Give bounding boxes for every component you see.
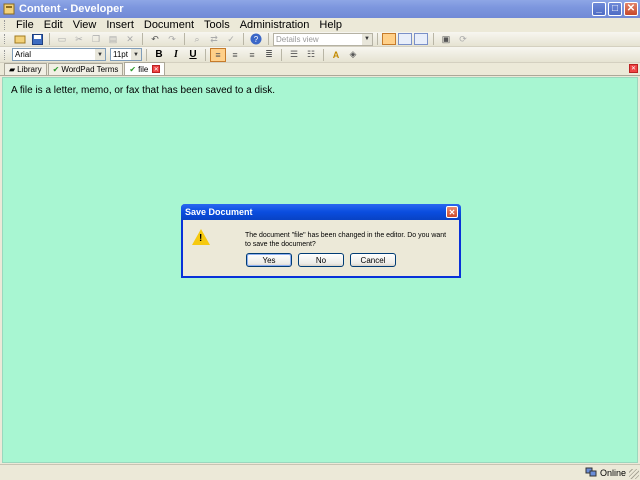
highlight-icon[interactable]: ◈ xyxy=(345,48,361,62)
toolbar-separator xyxy=(142,33,143,45)
underline-button[interactable]: U xyxy=(185,48,201,62)
copy-icon[interactable]: ❐ xyxy=(88,32,104,46)
no-button[interactable]: No xyxy=(298,253,344,267)
checked-document-icon: ✔ xyxy=(129,64,137,74)
chevron-down-icon[interactable]: ▼ xyxy=(131,49,141,60)
align-center-icon[interactable]: ≡ xyxy=(227,48,243,62)
menu-administration[interactable]: Administration xyxy=(235,19,315,31)
save-document-dialog: Save Document ✕ ! The document "file" ha… xyxy=(181,204,461,278)
toolbar-separator xyxy=(323,48,324,61)
toolbar-separator xyxy=(268,33,269,45)
tab-wordpad-terms[interactable]: ✔ WordPad Terms xyxy=(47,63,124,75)
toolbar-grip[interactable] xyxy=(4,49,7,60)
print-icon[interactable]: ▭ xyxy=(54,32,70,46)
yes-button[interactable]: Yes xyxy=(246,253,292,267)
resize-grip[interactable] xyxy=(629,469,639,479)
menu-document[interactable]: Document xyxy=(139,19,199,31)
warning-exclamation-icon: ! xyxy=(199,233,203,244)
save-icon[interactable] xyxy=(29,32,45,46)
delete-icon[interactable]: ✕ xyxy=(122,32,138,46)
menu-insert[interactable]: Insert xyxy=(101,19,139,31)
toolbar-separator xyxy=(49,33,50,45)
toolbar-separator xyxy=(377,33,378,45)
justify-icon[interactable]: ≣ xyxy=(261,48,277,62)
app-icon xyxy=(3,3,15,15)
cancel-button[interactable]: Cancel xyxy=(350,253,396,267)
toolbar-separator xyxy=(243,33,244,45)
dialog-message: The document "file" has been changed in … xyxy=(245,232,447,248)
toolbar-separator xyxy=(281,48,282,61)
menu-file[interactable]: File xyxy=(11,19,39,31)
align-right-icon[interactable]: ≡ xyxy=(244,48,260,62)
tab-label: Library xyxy=(17,65,42,74)
dialog-title: Save Document xyxy=(185,207,253,217)
font-size-value: 11pt xyxy=(113,50,128,59)
tab-label: file xyxy=(138,64,149,74)
menu-tools[interactable]: Tools xyxy=(199,19,235,31)
menu-view[interactable]: View xyxy=(68,19,102,31)
network-icon xyxy=(585,467,597,479)
bold-button[interactable]: B xyxy=(151,48,167,62)
toolbar-separator xyxy=(146,48,147,61)
single-pane-view-icon[interactable] xyxy=(382,33,396,45)
library-icon: ▰ xyxy=(9,65,16,74)
paste-icon[interactable]: ▤ xyxy=(105,32,121,46)
bullet-list-icon[interactable]: ☰ xyxy=(286,48,302,62)
font-color-icon[interactable]: A xyxy=(328,48,344,62)
horizontal-split-view-icon[interactable] xyxy=(398,33,412,45)
chevron-down-icon[interactable]: ▼ xyxy=(362,33,372,45)
minimize-button[interactable]: _ xyxy=(592,2,606,16)
dialog-close-button[interactable]: ✕ xyxy=(446,206,458,218)
menubar-grip[interactable] xyxy=(4,20,7,30)
status-bar: Online xyxy=(0,464,640,480)
menu-help[interactable]: Help xyxy=(314,19,347,31)
italic-button[interactable]: I xyxy=(168,48,184,62)
standard-toolbar: ▭ ✂ ❐ ▤ ✕ ↶ ↷ ⌕ ⇄ ✓ ? Details view ▼ ▣ ⟳ xyxy=(0,32,640,47)
tab-label: WordPad Terms xyxy=(61,65,119,74)
properties-icon[interactable]: ▣ xyxy=(438,32,454,46)
close-tab-icon[interactable]: ✕ xyxy=(152,65,161,73)
redo-icon[interactable]: ↷ xyxy=(164,32,180,46)
menu-bar: File Edit View Insert Document Tools Adm… xyxy=(0,18,640,32)
tab-library[interactable]: ▰ Library xyxy=(4,63,47,75)
document-text[interactable]: A file is a letter, memo, or fax that ha… xyxy=(11,85,275,96)
toolbar-separator xyxy=(433,33,434,45)
dialog-buttons: Yes No Cancel xyxy=(246,253,396,267)
open-folder-icon[interactable] xyxy=(12,32,28,46)
tab-file[interactable]: ✔ file ✕ xyxy=(124,62,166,75)
font-select-value: Arial xyxy=(15,50,32,59)
checked-document-icon: ✔ xyxy=(52,65,60,74)
find-icon[interactable]: ⌕ xyxy=(189,32,205,46)
toolbar-separator xyxy=(205,48,206,61)
views-select[interactable]: Details view ▼ xyxy=(273,32,373,46)
document-tabs: ▰ Library ✔ WordPad Terms ✔ file ✕ ✕ xyxy=(0,62,640,76)
toolbar-separator xyxy=(184,33,185,45)
window-title: Content - Developer xyxy=(19,3,124,15)
views-select-value: Details view xyxy=(276,34,319,44)
replace-icon[interactable]: ⇄ xyxy=(206,32,222,46)
spellcheck-icon[interactable]: ✓ xyxy=(223,32,239,46)
title-bar: Content - Developer _ □ ✕ xyxy=(0,0,640,18)
undo-icon[interactable]: ↶ xyxy=(147,32,163,46)
online-status-text: Online xyxy=(599,468,626,478)
numbered-list-icon[interactable]: ☷ xyxy=(303,48,319,62)
formatting-toolbar: Arial ▼ 11pt ▼ B I U ≡ ≡ ≡ ≣ ☰ ☷ A ◈ xyxy=(0,47,640,63)
close-button[interactable]: ✕ xyxy=(624,2,638,16)
maximize-button[interactable]: □ xyxy=(608,2,622,16)
menu-edit[interactable]: Edit xyxy=(39,19,68,31)
cut-icon[interactable]: ✂ xyxy=(71,32,87,46)
svg-text:?: ? xyxy=(254,35,259,44)
toolbar-grip[interactable] xyxy=(4,34,7,44)
vertical-split-view-icon[interactable] xyxy=(414,33,428,45)
font-select[interactable]: Arial ▼ xyxy=(12,48,106,61)
window-controls: _ □ ✕ xyxy=(592,2,638,16)
close-pane-icon[interactable]: ✕ xyxy=(629,64,638,73)
refresh-icon[interactable]: ⟳ xyxy=(455,32,471,46)
help-icon[interactable]: ? xyxy=(248,32,264,46)
font-size-select[interactable]: 11pt ▼ xyxy=(110,48,142,61)
dialog-title-bar: Save Document ✕ xyxy=(181,204,461,220)
chevron-down-icon[interactable]: ▼ xyxy=(95,49,105,60)
align-left-icon[interactable]: ≡ xyxy=(210,47,226,62)
online-status: Online xyxy=(585,467,626,479)
